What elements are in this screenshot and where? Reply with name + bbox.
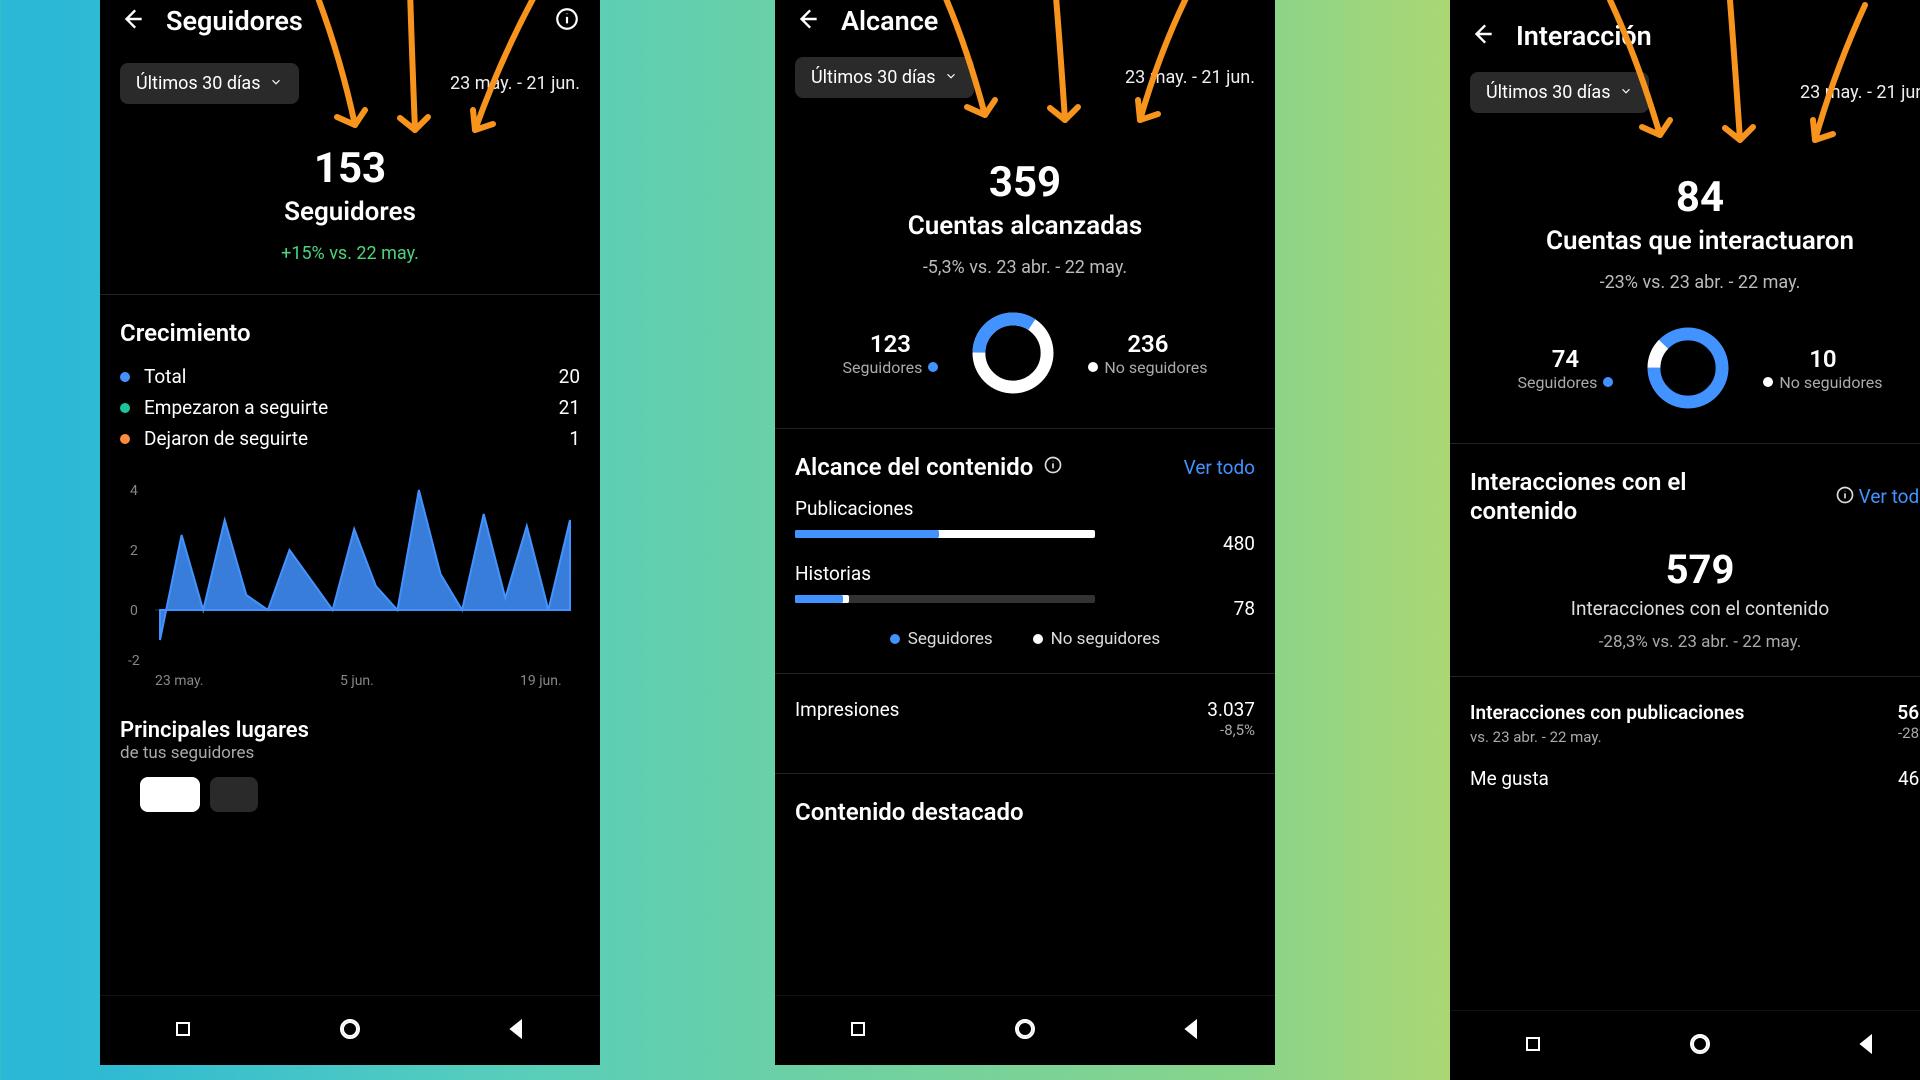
followers-label: Seguidores bbox=[120, 197, 580, 227]
svg-text:2: 2 bbox=[130, 543, 138, 559]
places-tab-active[interactable] bbox=[140, 777, 200, 812]
back-icon[interactable] bbox=[795, 6, 821, 36]
top-places-section: Principales lugares de tus seguidores bbox=[100, 718, 600, 902]
impressions-label: Impresiones bbox=[795, 698, 899, 739]
date-range-label: 23 may. - 21 jun. bbox=[1125, 67, 1255, 88]
nav-recent-icon[interactable] bbox=[1521, 1032, 1545, 1060]
svg-text:0: 0 bbox=[130, 603, 138, 619]
date-range-label: 23 may. - 21 jun. bbox=[1800, 82, 1920, 103]
pub-interactions-sub: vs. 23 abr. - 22 may. bbox=[1470, 728, 1602, 746]
page-title: Alcance bbox=[841, 5, 1255, 37]
nav-home-icon[interactable] bbox=[1688, 1032, 1712, 1060]
y-tick: 4 bbox=[130, 483, 138, 499]
back-icon[interactable] bbox=[1470, 21, 1496, 51]
date-filter-label: Últimos 30 días bbox=[136, 73, 261, 94]
interaction-count: 84 bbox=[1470, 173, 1920, 222]
bar-publications bbox=[795, 530, 1095, 538]
chevron-down-icon bbox=[944, 67, 958, 88]
nav-recent-icon[interactable] bbox=[846, 1017, 870, 1045]
places-title: Principales lugares bbox=[120, 718, 580, 743]
content-reach-title: Alcance del contenido bbox=[795, 453, 1033, 481]
places-tab[interactable] bbox=[210, 777, 258, 812]
android-nav-bar bbox=[775, 995, 1275, 1065]
phone-followers: Seguidores Últimos 30 días 23 may. - 21 … bbox=[100, 0, 600, 1065]
nav-home-icon[interactable] bbox=[338, 1017, 362, 1045]
interaction-delta: -23% vs. 23 abr. - 22 may. bbox=[1470, 272, 1920, 293]
page-title: Interacción bbox=[1516, 20, 1920, 52]
bar-legend: Seguidores No seguidores bbox=[795, 629, 1255, 649]
reach-count: 359 bbox=[795, 158, 1255, 207]
growth-area-chart: 4 2 0 -2 23 may. 5 jun. 19 jun. bbox=[120, 470, 580, 694]
nav-back-icon[interactable] bbox=[1180, 1017, 1204, 1045]
nav-back-icon[interactable] bbox=[505, 1017, 529, 1045]
interaction-label: Cuentas que interactuaron bbox=[1470, 226, 1920, 256]
android-nav-bar bbox=[100, 995, 600, 1065]
info-icon[interactable] bbox=[1835, 485, 1855, 509]
pub-interactions-value: 569 bbox=[1897, 701, 1920, 724]
donut-nonfollowers: 10 No seguidores bbox=[1763, 345, 1882, 392]
pub-interactions-delta: -28% bbox=[1898, 724, 1920, 742]
nav-home-icon[interactable] bbox=[1013, 1017, 1037, 1045]
interaction-donut-chart bbox=[1643, 323, 1733, 413]
followers-count: 153 bbox=[120, 144, 580, 193]
page-title: Seguidores bbox=[166, 5, 534, 37]
info-icon[interactable] bbox=[554, 6, 580, 36]
chevron-down-icon bbox=[1619, 82, 1633, 103]
chevron-down-icon bbox=[269, 73, 283, 94]
places-subtitle: de tus seguidores bbox=[120, 743, 580, 763]
content-interactions-delta: -28,3% vs. 23 abr. - 22 may. bbox=[1470, 632, 1920, 652]
likes-label: Me gusta bbox=[1470, 767, 1549, 790]
donut-followers: 123 Seguidores bbox=[843, 330, 939, 377]
nav-recent-icon[interactable] bbox=[171, 1017, 195, 1045]
reach-label: Cuentas alcanzadas bbox=[795, 211, 1255, 241]
featured-content-title: Contenido destacado bbox=[795, 798, 1255, 826]
phone-interaction: Interacción Últimos 30 días 23 may. - 21… bbox=[1450, 0, 1920, 1080]
reach-donut-chart bbox=[968, 308, 1058, 398]
svg-text:5 jun.: 5 jun. bbox=[340, 673, 374, 689]
impressions-value: 3.037 bbox=[1207, 698, 1255, 721]
impressions-delta: -8,5% bbox=[1220, 721, 1255, 739]
svg-text:23 may.: 23 may. bbox=[155, 673, 204, 689]
date-filter-pill[interactable]: Últimos 30 días bbox=[120, 63, 299, 104]
content-interactions-label: Interacciones con el contenido bbox=[1470, 597, 1920, 620]
growth-row-gained: Empezaron a seguirte 21 bbox=[120, 396, 580, 419]
android-nav-bar bbox=[1450, 1010, 1920, 1080]
pub-interactions-label: Interacciones con publicaciones bbox=[1470, 701, 1744, 724]
svg-text:-2: -2 bbox=[128, 653, 140, 669]
see-all-link[interactable]: Ver todo bbox=[1859, 485, 1920, 508]
growth-row-total: Total 20 bbox=[120, 365, 580, 388]
likes-value: 469 bbox=[1898, 767, 1920, 790]
see-all-link[interactable]: Ver todo bbox=[1184, 456, 1255, 479]
bar-stories bbox=[795, 595, 1095, 603]
growth-title: Crecimiento bbox=[120, 319, 580, 347]
content-interactions-title: Interacciones con el contenido bbox=[1470, 468, 1770, 526]
donut-followers: 74 Seguidores bbox=[1518, 345, 1614, 392]
date-range-label: 23 may. - 21 jun. bbox=[450, 73, 580, 94]
phone-reach: Alcance Últimos 30 días 23 may. - 21 jun… bbox=[775, 0, 1275, 1065]
reach-delta: -5,3% vs. 23 abr. - 22 may. bbox=[795, 257, 1255, 278]
followers-delta: +15% vs. 22 may. bbox=[120, 243, 580, 264]
info-icon[interactable] bbox=[1043, 453, 1063, 481]
svg-text:19 jun.: 19 jun. bbox=[520, 673, 562, 689]
back-icon[interactable] bbox=[120, 6, 146, 36]
date-filter-pill[interactable]: Últimos 30 días bbox=[795, 57, 974, 98]
nav-back-icon[interactable] bbox=[1855, 1032, 1879, 1060]
date-filter-pill[interactable]: Últimos 30 días bbox=[1470, 72, 1649, 113]
growth-row-lost: Dejaron de seguirte 1 bbox=[120, 427, 580, 450]
content-interactions-value: 579 bbox=[1470, 546, 1920, 593]
donut-nonfollowers: 236 No seguidores bbox=[1088, 330, 1207, 377]
